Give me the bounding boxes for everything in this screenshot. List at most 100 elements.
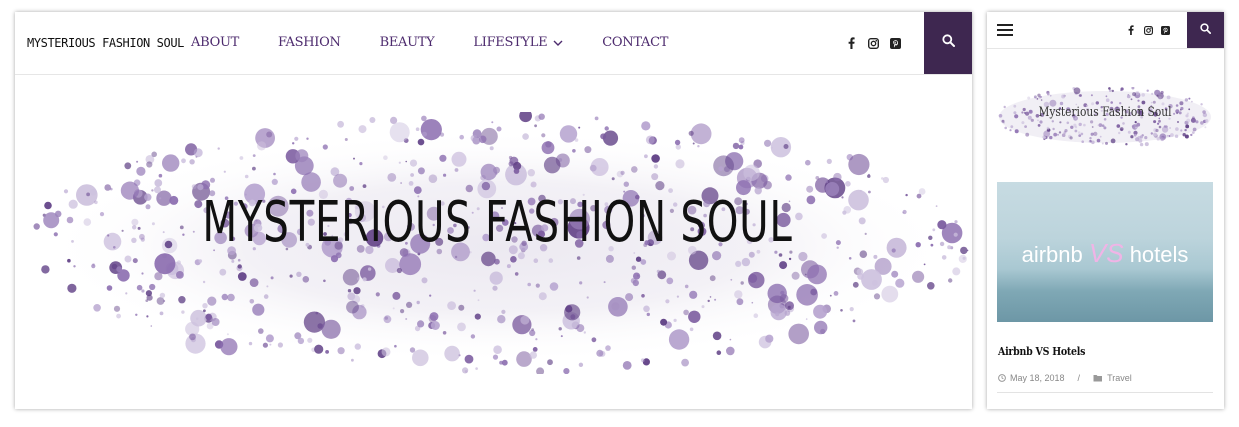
- paint-dot: [439, 154, 447, 162]
- paint-dot: [181, 310, 185, 314]
- paint-dot: [307, 337, 313, 343]
- paint-dot: [804, 273, 807, 276]
- paint-dot: [412, 349, 429, 367]
- paint-dot: [470, 134, 478, 142]
- mobile-header: [987, 12, 1224, 49]
- post-category[interactable]: Travel: [1107, 373, 1132, 383]
- paint-dot: [202, 303, 208, 309]
- paint-dot: [211, 318, 220, 326]
- paint-dot: [643, 305, 650, 313]
- facebook-icon[interactable]: [844, 36, 858, 50]
- paint-dot: [145, 299, 149, 302]
- paint-dot: [611, 177, 615, 181]
- paint-dot: [131, 237, 137, 243]
- paint-dot: [475, 367, 478, 370]
- hero-banner: Mysterious Fashion Soul: [25, 112, 970, 374]
- paint-dot: [125, 292, 128, 295]
- nav-item-about[interactable]: About: [191, 12, 239, 74]
- paint-dot: [162, 154, 180, 172]
- site-logo[interactable]: Mysterious Fashion Soul: [27, 12, 184, 74]
- paint-dot: [135, 313, 138, 316]
- paint-dot: [266, 285, 269, 288]
- nav-item-contact[interactable]: Contact: [602, 12, 668, 74]
- paint-dot: [210, 177, 215, 183]
- paint-dot: [1120, 87, 1124, 91]
- paint-dot: [420, 119, 442, 141]
- paint-dot: [852, 319, 856, 323]
- paint-dot: [541, 133, 546, 138]
- hamburger-icon[interactable]: [997, 24, 1013, 36]
- pinterest-icon[interactable]: [1159, 24, 1171, 36]
- paint-dot: [394, 344, 397, 348]
- paint-dot: [1166, 134, 1169, 137]
- paint-dot: [578, 362, 584, 367]
- facebook-icon[interactable]: [1125, 24, 1137, 36]
- paint-dot: [716, 350, 722, 355]
- paint-dot: [641, 358, 645, 362]
- mobile-search-button[interactable]: [1187, 12, 1224, 48]
- post-meta: May 18, 2018 / Travel: [998, 373, 1132, 383]
- pinterest-icon[interactable]: [888, 36, 902, 50]
- paint-dot: [189, 333, 196, 341]
- paint-dot: [406, 301, 413, 308]
- paint-dot: [527, 282, 531, 287]
- instagram-icon[interactable]: [866, 36, 880, 50]
- paint-dot: [99, 212, 105, 217]
- paint-dot: [492, 354, 499, 360]
- post-date: May 18, 2018: [1010, 373, 1065, 383]
- mobile-logo-banner[interactable]: Mysterious Fashion Soul: [997, 87, 1213, 147]
- mobile-social-links: [1125, 12, 1176, 48]
- paint-dot: [422, 131, 427, 137]
- nav-item-fashion[interactable]: Fashion: [278, 12, 341, 74]
- paint-dot: [543, 156, 561, 174]
- paint-dot: [707, 299, 710, 303]
- paint-dot: [1059, 121, 1062, 124]
- paint-dot: [743, 164, 760, 181]
- nav-item-label: Fashion: [277, 35, 341, 50]
- paint-dot: [688, 310, 701, 323]
- paint-dot: [952, 267, 961, 276]
- paint-dot: [605, 254, 614, 263]
- search-button[interactable]: [924, 12, 972, 74]
- paint-dot: [1003, 105, 1006, 109]
- paint-dot: [635, 256, 642, 262]
- post-thumbnail[interactable]: airbnb VS hotels: [997, 182, 1213, 322]
- instagram-icon[interactable]: [1142, 24, 1154, 36]
- paint-dot: [895, 278, 905, 288]
- paint-dot: [675, 144, 681, 150]
- paint-dot: [594, 116, 599, 121]
- paint-dot: [930, 243, 934, 247]
- paint-dot: [44, 201, 52, 210]
- paint-dot: [1133, 133, 1137, 137]
- paint-dot: [1130, 98, 1133, 101]
- paint-dot: [277, 342, 283, 348]
- paint-dot: [666, 277, 674, 285]
- paint-dot: [362, 277, 367, 282]
- paint-dot: [67, 258, 71, 263]
- paint-dot: [856, 268, 864, 276]
- paint-dot: [405, 318, 408, 320]
- paint-dot: [410, 173, 414, 177]
- nav-item-beauty[interactable]: Beauty: [380, 12, 435, 74]
- paint-dot: [444, 345, 460, 362]
- paint-dot: [882, 176, 890, 184]
- paint-dot: [852, 281, 859, 288]
- paint-dot: [451, 151, 467, 167]
- post-title[interactable]: Airbnb VS Hotels: [998, 345, 1085, 358]
- paint-dot: [1070, 125, 1074, 129]
- paint-dot: [697, 145, 700, 148]
- paint-dot: [867, 174, 871, 178]
- paint-dot: [1078, 134, 1082, 137]
- paint-dot: [296, 271, 302, 277]
- paint-dot: [1158, 119, 1161, 123]
- paint-dot: [560, 335, 563, 338]
- nav-item-lifestyle[interactable]: Lifestyle: [473, 12, 563, 74]
- paint-dot: [1105, 95, 1108, 98]
- paint-dot: [1010, 125, 1014, 129]
- paint-dot: [859, 250, 868, 258]
- paint-dot: [690, 123, 712, 145]
- paint-dot: [1190, 133, 1193, 137]
- paint-dot: [1191, 100, 1193, 103]
- paint-dot: [1170, 133, 1174, 137]
- paint-dot: [53, 232, 58, 237]
